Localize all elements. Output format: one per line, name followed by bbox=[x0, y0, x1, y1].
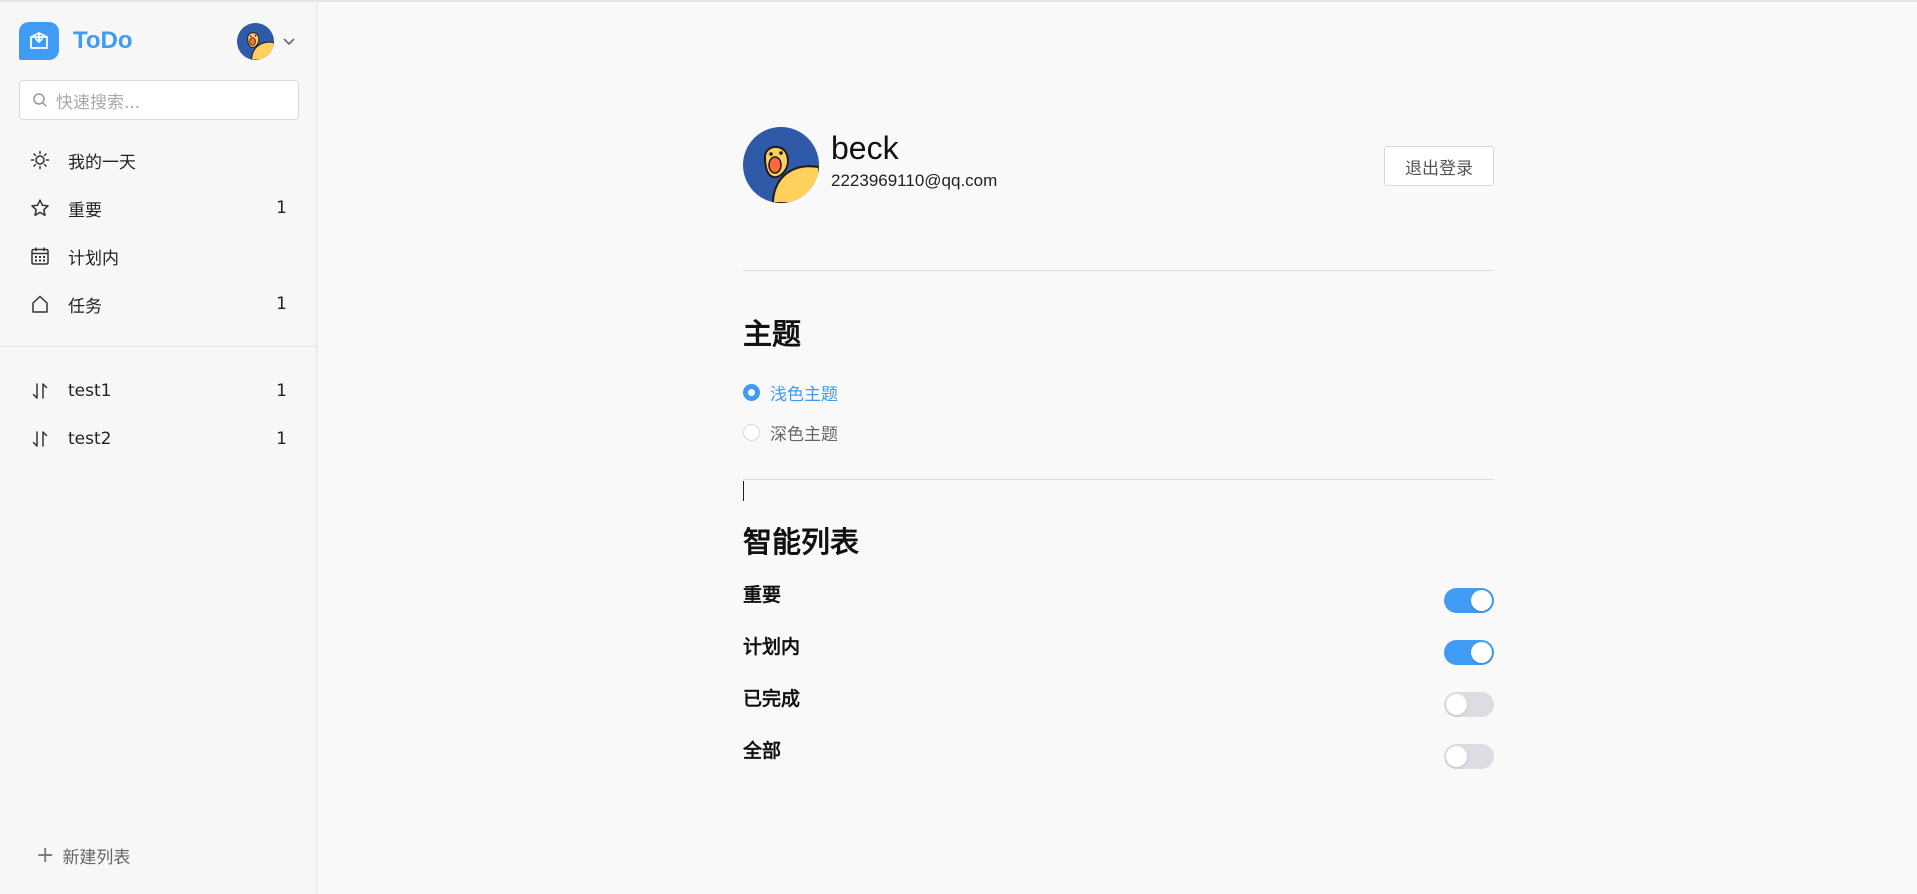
sidebar-item-my-day[interactable]: 我的一天 bbox=[29, 144, 287, 176]
sidebar-divider bbox=[0, 346, 318, 347]
theme-option-label: 浅色主题 bbox=[770, 385, 838, 405]
new-list-label: 新建列表 bbox=[62, 848, 131, 868]
sidebar-item-count: 1 bbox=[276, 429, 287, 449]
toggle-important[interactable] bbox=[1444, 588, 1494, 613]
plus-icon: + bbox=[36, 842, 55, 868]
logout-button[interactable]: 退出登录 bbox=[1384, 146, 1494, 186]
smart-list-label: 重要 bbox=[743, 584, 782, 606]
sidebar-item-important[interactable]: 重要 1 bbox=[29, 192, 287, 224]
sidebar-item-count: 1 bbox=[276, 381, 287, 401]
sidebar-item-label: 计划内 bbox=[68, 248, 119, 269]
user-menu-trigger[interactable] bbox=[237, 23, 296, 60]
smart-list-all-row: 全部 bbox=[743, 736, 1494, 769]
sidebar-item-label: 重要 bbox=[68, 200, 102, 221]
app-logo-icon bbox=[19, 22, 59, 60]
theme-option-light[interactable]: 浅色主题 bbox=[743, 380, 838, 405]
user-email: 2223969110@qq.com bbox=[831, 170, 998, 190]
search-icon bbox=[33, 93, 47, 107]
theme-option-dark[interactable]: 深色主题 bbox=[743, 420, 838, 445]
home-icon bbox=[29, 293, 51, 315]
calendar-icon bbox=[29, 245, 51, 267]
theme-section-title: 主题 bbox=[743, 317, 802, 351]
username: beck bbox=[831, 130, 899, 167]
toggle-completed[interactable] bbox=[1444, 692, 1494, 717]
search-placeholder: 快速搜索... bbox=[56, 92, 141, 113]
search-input[interactable]: 快速搜索... bbox=[19, 80, 299, 120]
settings-panel: beck 2223969110@qq.com 退出登录 主题 浅色主题 深色主题… bbox=[320, 3, 1917, 894]
toggle-knob bbox=[1446, 694, 1467, 715]
smart-lists-section-title: 智能列表 bbox=[743, 525, 860, 559]
section-divider bbox=[743, 479, 1494, 480]
sort-icon bbox=[29, 380, 51, 402]
app-name: ToDo bbox=[73, 27, 133, 54]
avatar bbox=[743, 127, 819, 203]
radio-unchecked-icon bbox=[743, 424, 760, 441]
sidebar-item-label: 我的一天 bbox=[68, 152, 136, 173]
smart-list-important-row: 重要 bbox=[743, 580, 1494, 613]
sidebar-item-planned[interactable]: 计划内 bbox=[29, 240, 287, 272]
smart-list-label: 全部 bbox=[743, 740, 782, 762]
sidebar-item-count: 1 bbox=[276, 198, 287, 218]
profile-info: beck 2223969110@qq.com bbox=[831, 131, 997, 190]
sidebar-list-test1[interactable]: test1 1 bbox=[29, 375, 287, 407]
sidebar-item-label: test2 bbox=[68, 429, 112, 449]
sidebar-list-test2[interactable]: test2 1 bbox=[29, 423, 287, 455]
toggle-planned[interactable] bbox=[1444, 640, 1494, 665]
sidebar: ToDo 快速搜索... 我的一天 重要 1 计划内 任务 1 test1 1 … bbox=[0, 3, 318, 894]
section-divider bbox=[743, 270, 1494, 271]
brand: ToDo bbox=[19, 22, 133, 60]
sort-icon bbox=[29, 428, 51, 450]
avatar bbox=[237, 23, 274, 60]
toggle-knob bbox=[1446, 746, 1467, 767]
new-list-button[interactable]: + 新建列表 bbox=[36, 843, 130, 868]
smart-list-completed-row: 已完成 bbox=[743, 684, 1494, 717]
sidebar-item-tasks[interactable]: 任务 1 bbox=[29, 288, 287, 320]
toggle-all[interactable] bbox=[1444, 744, 1494, 769]
radio-checked-icon bbox=[743, 384, 760, 401]
sun-icon bbox=[29, 149, 51, 171]
text-cursor bbox=[743, 481, 744, 501]
sidebar-item-label: test1 bbox=[68, 381, 112, 401]
sidebar-item-label: 任务 bbox=[68, 296, 102, 317]
profile-header: beck 2223969110@qq.com bbox=[743, 127, 997, 203]
toggle-knob bbox=[1471, 642, 1492, 663]
sidebar-item-count: 1 bbox=[276, 294, 287, 314]
star-icon bbox=[29, 197, 51, 219]
chevron-down-icon bbox=[283, 37, 295, 45]
toggle-knob bbox=[1471, 590, 1492, 611]
smart-list-label: 已完成 bbox=[743, 688, 801, 710]
smart-list-planned-row: 计划内 bbox=[743, 632, 1494, 665]
smart-list-label: 计划内 bbox=[743, 636, 801, 658]
theme-option-label: 深色主题 bbox=[770, 425, 838, 445]
